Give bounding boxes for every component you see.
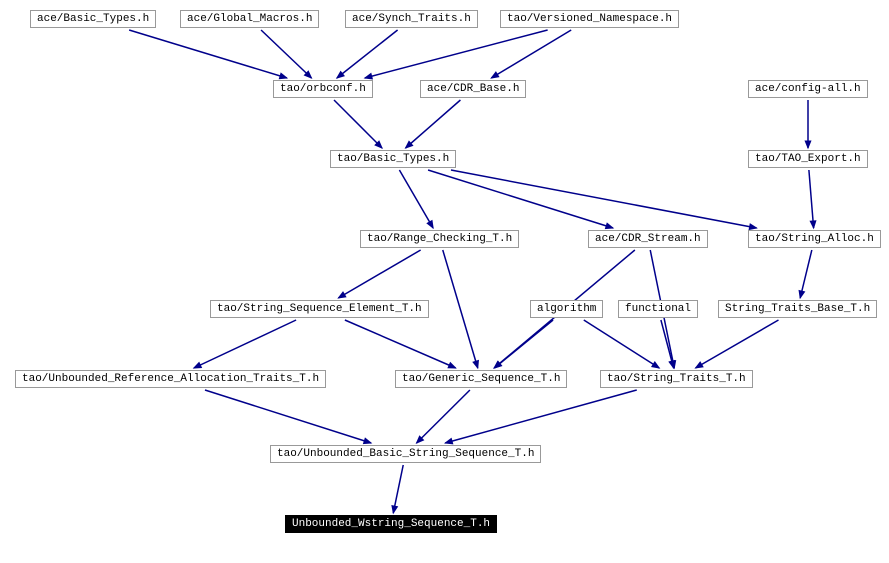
node-basic_types_h: ace/Basic_Types.h xyxy=(30,10,156,28)
node-config_all_h: ace/config-all.h xyxy=(748,80,868,98)
dependency-diagram: ace/Basic_Types.h ace/Global_Macros.h ace/… xyxy=(0,0,889,563)
node-cdr_base_h: ace/CDR_Base.h xyxy=(420,80,526,98)
node-algorithm: algorithm xyxy=(530,300,603,318)
node-synch_traits_h: ace/Synch_Traits.h xyxy=(345,10,478,28)
node-generic_seq_h: tao/Generic_Sequence_T.h xyxy=(395,370,567,388)
node-range_checking_h: tao/Range_Checking_T.h xyxy=(360,230,519,248)
node-cdr_stream_h: ace/CDR_Stream.h xyxy=(588,230,708,248)
node-string_traits_base_h: String_Traits_Base_T.h xyxy=(718,300,877,318)
node-unbounded_ref_alloc_h: tao/Unbounded_Reference_Allocation_Trait… xyxy=(15,370,326,388)
node-tao_export_h: tao/TAO_Export.h xyxy=(748,150,868,168)
node-functional: functional xyxy=(618,300,698,318)
node-unbounded_basic_string_h: tao/Unbounded_Basic_String_Sequence_T.h xyxy=(270,445,541,463)
node-versioned_namespace_h: tao/Versioned_Namespace.h xyxy=(500,10,679,28)
node-unbounded_wstring_h: Unbounded_Wstring_Sequence_T.h xyxy=(285,515,497,533)
node-tao_basic_types_h: tao/Basic_Types.h xyxy=(330,150,456,168)
node-orbconf_h: tao/orbconf.h xyxy=(273,80,373,98)
node-string_seq_elem_h: tao/String_Sequence_Element_T.h xyxy=(210,300,429,318)
node-global_macros_h: ace/Global_Macros.h xyxy=(180,10,319,28)
node-string_traits_h: tao/String_Traits_T.h xyxy=(600,370,753,388)
node-string_alloc_h: tao/String_Alloc.h xyxy=(748,230,881,248)
